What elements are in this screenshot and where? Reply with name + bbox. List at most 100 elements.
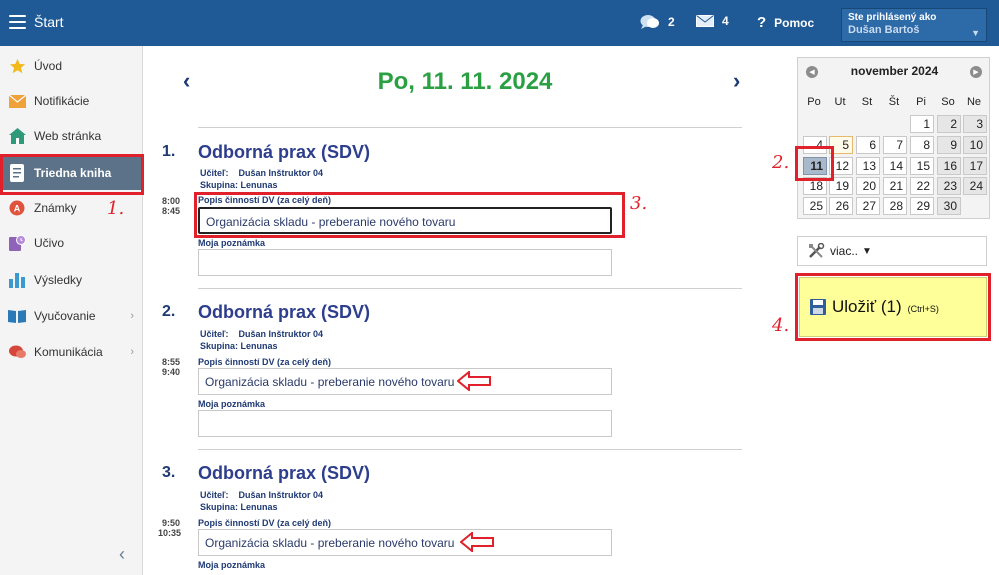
note-field[interactable] [198, 249, 612, 276]
sidebar-item-web-stranka[interactable]: Web stránka [0, 120, 142, 152]
lesson-number: 1. [162, 143, 176, 160]
calendar-day[interactable]: 6 [856, 136, 880, 154]
calendar-day[interactable]: 24 [963, 177, 987, 195]
calendar-day[interactable]: 2 [937, 115, 961, 133]
calendar-day[interactable]: 17 [963, 157, 987, 175]
annotation-box-sidebar [0, 154, 144, 195]
date-navigator: ‹ Po, 11. 11. 2024 › [180, 66, 750, 100]
lesson-teacher: Učiteľ: Dušan Inštruktor 04 [200, 490, 324, 500]
sidebar-item-ucivo[interactable]: Učivo [0, 227, 142, 259]
sidebar: Úvod Notifikácie Web stránka Triedna kni… [0, 46, 143, 575]
annotation-label-1: 1. [107, 198, 125, 219]
calendar-day[interactable]: 16 [937, 157, 961, 175]
annotation-label-3: 3. [630, 193, 648, 214]
activity-field[interactable]: Organizácia skladu - preberanie nového t… [198, 368, 612, 395]
lesson-time: 8:55 9:40 [161, 357, 180, 377]
sidebar-item-notifikacie[interactable]: Notifikácie [0, 85, 142, 117]
divider [198, 127, 742, 128]
calendar-day[interactable]: 21 [883, 177, 907, 195]
lesson-group: Skupina: Lenunas [200, 502, 278, 512]
activity-field[interactable]: Organizácia skladu - preberanie nového t… [198, 529, 612, 556]
chevron-right-icon: › [130, 346, 134, 358]
calendar-day[interactable]: 23 [937, 177, 961, 195]
question-icon: ? [757, 14, 767, 31]
calendar-day[interactable]: 13 [856, 157, 880, 175]
lesson-title: Odborná prax (SDV) [198, 302, 371, 322]
annotation-arrow-icon [457, 371, 491, 391]
sidebar-item-vyucovanie[interactable]: Vyučovanie › [0, 300, 142, 332]
next-day-icon[interactable]: › [733, 68, 740, 94]
calendar-weekday: St [861, 96, 873, 108]
next-month-icon[interactable]: ▶ [970, 66, 982, 78]
calendar-day[interactable]: 3 [963, 115, 987, 133]
collapse-sidebar-icon[interactable]: ‹ [119, 544, 125, 565]
calendar-day[interactable]: 25 [803, 197, 827, 215]
messages-button[interactable]: 2 [640, 14, 675, 30]
annotation-box-activity [194, 192, 625, 238]
activity-label: Popis činností DV (za celý deň) [198, 357, 332, 367]
note-label: Moja poznámka [198, 238, 266, 248]
sidebar-item-komunikacia[interactable]: Komunikácia › [0, 336, 142, 368]
calendar-weekday: Po [807, 96, 821, 108]
lesson-number: 2. [162, 303, 176, 320]
calendar-day[interactable]: 29 [910, 197, 934, 215]
hamburger-menu-icon[interactable] [9, 15, 26, 29]
calendar-day[interactable]: 20 [856, 177, 880, 195]
calendar-day[interactable]: 9 [937, 136, 961, 154]
mail-button[interactable]: 4 [696, 14, 729, 28]
app-title[interactable]: Štart [34, 14, 64, 30]
grade-icon: A [8, 199, 26, 217]
lesson-teacher: Učiteľ: Dušan Inštruktor 04 [200, 329, 324, 339]
divider [198, 449, 742, 450]
note-label: Moja poznámka [198, 560, 266, 570]
calendar-day[interactable]: 28 [883, 197, 907, 215]
calendar-day[interactable]: 7 [883, 136, 907, 154]
calendar-day[interactable]: 27 [856, 197, 880, 215]
date-title: Po, 11. 11. 2024 [377, 68, 553, 95]
calendar-day[interactable]: 30 [937, 197, 961, 215]
sidebar-item-label: Vyučovanie [34, 309, 96, 323]
calendar-day[interactable]: 14 [883, 157, 907, 175]
calendar-day[interactable]: 22 [910, 177, 934, 195]
mail-count: 4 [722, 14, 729, 28]
sidebar-item-vysledky[interactable]: Výsledky [0, 264, 142, 296]
annotation-label-2: 2. [772, 152, 790, 173]
divider [198, 288, 742, 289]
calendar-weekday: Št [888, 96, 900, 108]
sidebar-item-label: Komunikácia [34, 345, 103, 359]
envelope-icon [696, 15, 714, 27]
tools-icon [809, 243, 825, 258]
top-bar: Štart 2 4 ? Pomoc Ste prihlásený ako Duš… [0, 0, 999, 46]
calendar-day[interactable]: 10 [963, 136, 987, 154]
lesson-group: Skupina: Lenunas [200, 341, 278, 351]
user-menu[interactable]: Ste prihlásený ako Dušan Bartoš ▼ [841, 8, 987, 42]
sidebar-item-label: Notifikácie [34, 94, 90, 108]
help-label: Pomoc [774, 15, 815, 30]
calendar-weekday: Ne [966, 96, 982, 108]
lesson-time: 9:50 10:35 [158, 518, 182, 538]
annotation-box-save [795, 273, 991, 341]
chevron-right-icon: › [130, 310, 134, 322]
calendar-weekday: Pi [916, 96, 926, 108]
calendar-day[interactable]: 15 [910, 157, 934, 175]
calendar-month: november 2024 [850, 64, 939, 78]
sidebar-item-label: Učivo [34, 236, 65, 250]
calendar-day[interactable]: 26 [829, 197, 853, 215]
envelope-icon [8, 92, 26, 110]
lesson-title: Odborná prax (SDV) [198, 142, 371, 162]
sidebar-item-label: Úvod [34, 59, 63, 73]
note-field[interactable] [198, 410, 612, 437]
caret-down-icon: ▼ [971, 28, 980, 38]
messages-count: 2 [668, 15, 675, 29]
lesson-number: 3. [162, 464, 176, 481]
sidebar-item-uvod[interactable]: Úvod [0, 50, 142, 82]
help-button[interactable]: ? Pomoc [757, 14, 814, 31]
svg-text:A: A [14, 204, 21, 214]
calendar-day[interactable]: 8 [910, 136, 934, 154]
more-label: viac.. [830, 244, 859, 258]
more-button[interactable]: viac.. ▼ [797, 236, 987, 266]
mini-calendar: ◀ november 2024 ▶ Po Ut St Št Pi So Ne 1 2 3 4 5 6 7 8… [797, 57, 990, 219]
calendar-day[interactable]: 1 [910, 115, 934, 133]
note-label: Moja poznámka [198, 399, 266, 409]
home-icon [8, 127, 26, 145]
